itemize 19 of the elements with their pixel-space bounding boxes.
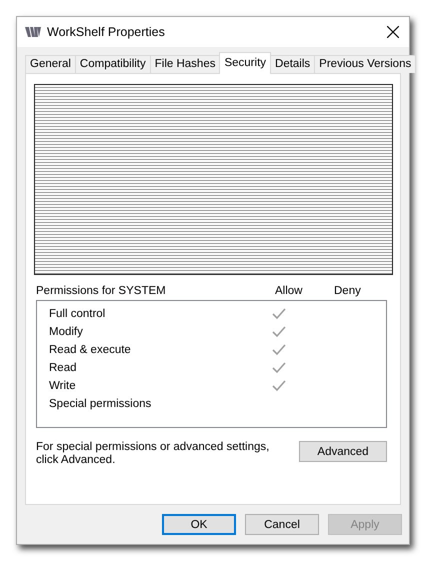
column-header: Deny xyxy=(334,285,362,297)
dialog-button[interactable]: Cancel xyxy=(245,514,319,535)
permission-name: Read xyxy=(49,362,78,374)
close-icon[interactable] xyxy=(387,26,399,38)
tab[interactable]: General xyxy=(25,55,76,73)
column-header: Allow xyxy=(275,285,304,297)
advanced-note: For special permissions or advanced settings, click Advanced. xyxy=(36,441,270,467)
dialog-button[interactable]: OK xyxy=(162,514,236,535)
permission-name: Modify xyxy=(49,326,84,338)
permission-name: Full control xyxy=(49,308,106,320)
tab[interactable]: Previous Versions xyxy=(314,55,416,73)
window-title: WorkShelf Properties xyxy=(47,25,166,39)
app-icon xyxy=(25,26,41,38)
tab[interactable]: Security xyxy=(219,52,272,74)
advanced-button[interactable]: Advanced xyxy=(299,441,387,462)
permission-name: Special permissions xyxy=(49,398,152,410)
permissions-label: Permissions for SYSTEM xyxy=(36,285,167,297)
permission-name: Read & execute xyxy=(49,344,132,356)
permission-name: Write xyxy=(49,380,77,392)
